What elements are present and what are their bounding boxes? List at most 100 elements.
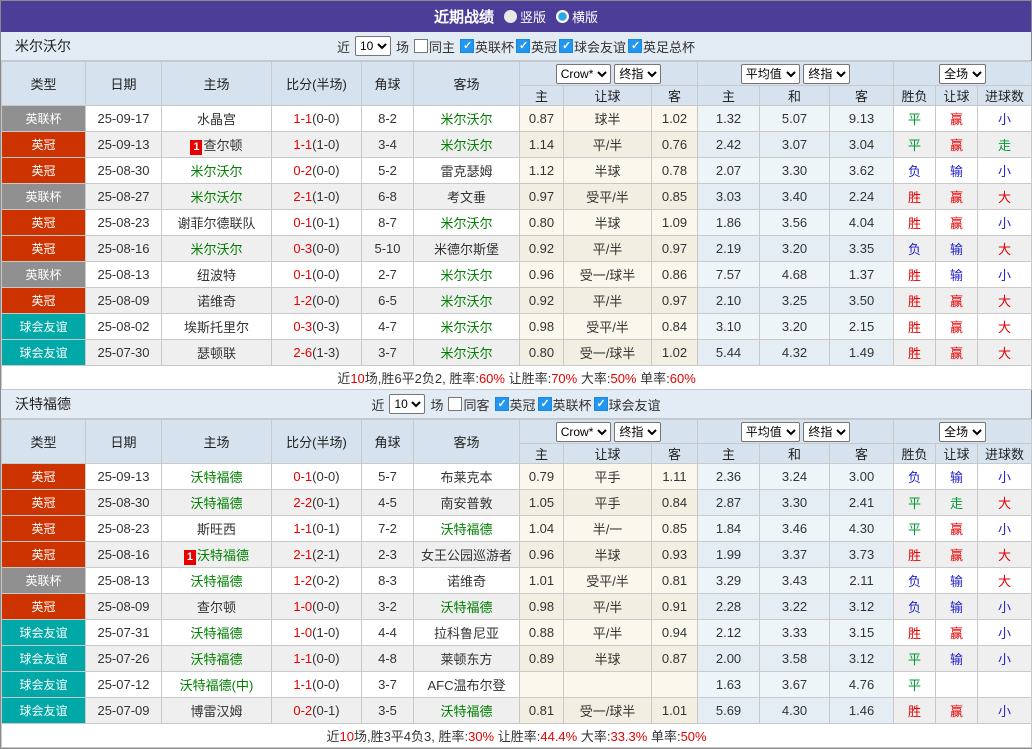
fulltime-score: 2-6 — [293, 345, 313, 360]
league-filter[interactable]: 球会友谊 — [557, 37, 626, 56]
league-checkbox[interactable] — [459, 39, 474, 53]
league-checkbox[interactable] — [593, 397, 608, 411]
result-cell: 小 — [977, 697, 1032, 724]
avg-group-header: 平均值 终指 — [697, 61, 895, 86]
scope-select[interactable]: 全场 — [939, 421, 987, 442]
league-filter[interactable]: 英联杯 — [536, 395, 592, 414]
summary-segment: 50% — [680, 729, 707, 744]
result-cell — [935, 671, 979, 698]
home-team-cell: 埃斯托里尔 — [161, 313, 272, 340]
match-row: 英冠 25-08-23 谢菲尔德联队 0-1(0-1) 8-7 米尔沃尔 0.80 半球 1.0… — [1, 209, 1032, 236]
score-cell: 0-2(0-1) — [271, 697, 362, 724]
result-cell: 胜 — [893, 339, 937, 366]
avg-stage-select[interactable]: 终指 — [803, 63, 851, 84]
odds-group-header: Crow* 终指 — [518, 419, 699, 444]
league-badge: 英冠 — [1, 463, 86, 490]
result-group-header: 全场 — [893, 61, 1032, 86]
odds-stage-select[interactable]: 终指 — [614, 421, 662, 442]
halftime-score: (1-0) — [312, 625, 340, 640]
halftime-score: (0-0) — [312, 651, 340, 666]
avg-source-select[interactable]: 平均值 — [740, 421, 800, 442]
home-team-cell: 水晶宫 — [161, 105, 272, 132]
horizontal-layout-radio[interactable] — [556, 10, 569, 23]
league-badge: 英冠 — [1, 209, 86, 236]
page-title: 近期战绩 — [433, 9, 494, 26]
league-filter[interactable]: 球会友谊 — [592, 395, 661, 414]
corner-cell: 4-5 — [361, 489, 414, 516]
match-count-select[interactable]: 10 — [354, 36, 391, 56]
corner-cell: 3-5 — [361, 697, 414, 724]
league-checkbox[interactable] — [516, 39, 530, 53]
league-badge: 英联杯 — [1, 261, 86, 288]
avg-odds-cell: 5.44 — [697, 339, 761, 366]
avg-odds-cell: 3.10 — [697, 313, 761, 340]
same-venue-filter[interactable]: 同客 — [446, 395, 490, 414]
same-venue-checkbox[interactable] — [413, 39, 428, 53]
halftime-score: (0-0) — [312, 293, 340, 308]
result-cell: 胜 — [893, 541, 937, 568]
col-home: 主场 — [161, 61, 272, 106]
fulltime-score: 1-1 — [293, 651, 313, 666]
league-checkbox[interactable] — [494, 397, 509, 411]
odds-stage-select[interactable]: 终指 — [614, 63, 662, 84]
team-link: 沃特福德 — [196, 547, 249, 563]
away-team-cell: 拉科鲁尼亚 — [413, 619, 520, 646]
avg-odds-cell: 2.19 — [697, 235, 761, 262]
team-link: 米德尔斯堡 — [433, 242, 499, 257]
league-checkbox[interactable] — [559, 39, 574, 53]
layout-option-vertical[interactable]: 竖版 — [503, 7, 546, 26]
corner-cell: 4-4 — [361, 619, 414, 646]
odds-company-select[interactable]: Crow* — [555, 421, 611, 442]
score-cell: 2-1(2-1) — [271, 541, 362, 568]
result-cell: 输 — [935, 567, 979, 594]
league-filter-label: 英冠 — [531, 39, 558, 55]
avg-odds-cell: 9.13 — [829, 105, 895, 132]
league-filter[interactable]: 英联杯 — [458, 37, 514, 56]
match-count-select[interactable]: 10 — [389, 394, 426, 414]
avg-odds-cell: 1.86 — [697, 209, 761, 236]
filter-bar: 近 10 场 同客 英冠 英联杯 球会友谊 — [371, 394, 661, 414]
same-venue-filter[interactable]: 同主 — [412, 37, 455, 56]
result-cell: 赢 — [935, 697, 979, 724]
league-filter[interactable]: 英冠 — [493, 395, 536, 414]
odds-cell: 1.05 — [519, 489, 564, 516]
vertical-layout-radio[interactable] — [503, 10, 517, 23]
team-name: 米尔沃尔 — [15, 38, 71, 54]
rank-badge: 1 — [190, 139, 203, 155]
summary-segment: 30% — [468, 729, 495, 744]
layout-option-horizontal[interactable]: 横版 — [556, 7, 598, 26]
rank-badge: 1 — [183, 549, 196, 565]
league-filter-label: 球会友谊 — [574, 39, 627, 55]
league-checkbox[interactable] — [628, 39, 643, 53]
odds-company-select[interactable]: Crow* — [555, 63, 611, 84]
result-cell — [977, 671, 1032, 698]
col-away: 客场 — [413, 419, 520, 464]
league-badge: 英冠 — [1, 235, 86, 262]
league-filter[interactable]: 英冠 — [514, 37, 557, 56]
home-team-cell: 沃特福德 — [161, 645, 272, 672]
score-cell: 1-0(0-0) — [271, 593, 362, 620]
avg-odds-cell: 3.15 — [829, 619, 895, 646]
odds-cell: 0.92 — [519, 235, 564, 262]
avg-odds-cell: 3.30 — [759, 489, 831, 516]
league-checkbox[interactable] — [537, 397, 552, 411]
match-row: 英联杯 25-08-13 纽波特 0-1(0-0) 2-7 米尔沃尔 0.96 受一/球半 0.… — [1, 261, 1032, 288]
results-table: 类型 日期 主场 比分(半场) 角球 客场 Crow* 终指 平均值 终指 全场… — [0, 419, 1032, 748]
league-filter[interactable]: 英足总杯 — [626, 37, 695, 56]
result-cell: 平 — [893, 105, 937, 132]
score-cell: 1-0(1-0) — [271, 619, 362, 646]
team-link: 沃特福德 — [440, 522, 493, 537]
avg-source-select[interactable]: 平均值 — [740, 63, 800, 84]
match-row: 英冠 25-08-30 沃特福德 2-2(0-1) 4-5 南安普敦 1.05 平手 0.84 2… — [1, 489, 1032, 516]
odds-cell: 受平/半 — [563, 183, 652, 210]
match-date: 25-08-13 — [85, 567, 162, 594]
away-team-cell: 米尔沃尔 — [413, 131, 520, 158]
scope-select[interactable]: 全场 — [939, 63, 987, 84]
avg-odds-cell: 4.04 — [829, 209, 895, 236]
near-label: 近 — [336, 39, 350, 55]
avg-stage-select[interactable]: 终指 — [803, 421, 851, 442]
away-team-cell: 米尔沃尔 — [413, 209, 520, 236]
same-venue-checkbox[interactable] — [448, 397, 463, 411]
result-cell: 走 — [977, 131, 1032, 158]
avg-group-header: 平均值 终指 — [697, 419, 895, 444]
